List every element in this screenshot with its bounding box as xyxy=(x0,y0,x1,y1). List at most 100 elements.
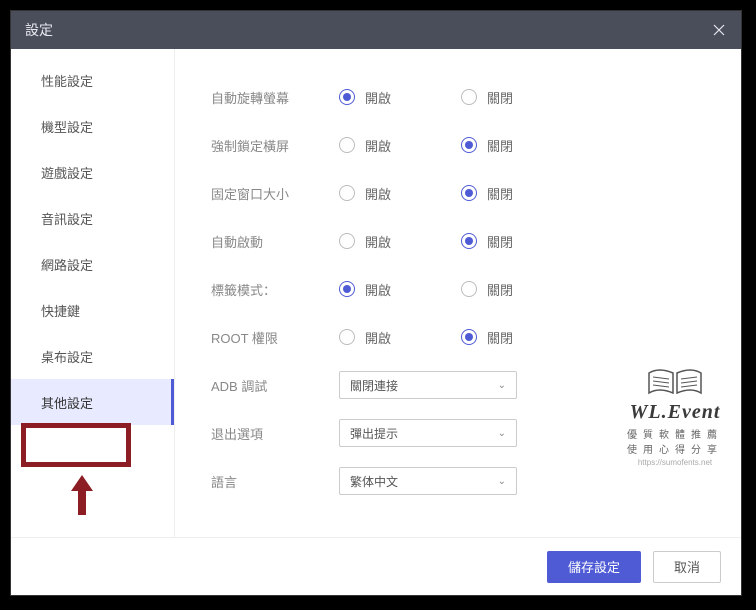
footer: 儲存設定 取消 xyxy=(11,537,741,595)
radio-circle-icon xyxy=(461,137,477,153)
sidebar-item-other[interactable]: 其他設定 xyxy=(11,379,174,425)
radio-label: 開啟 xyxy=(365,232,391,251)
radio-label: 關閉 xyxy=(487,232,513,251)
close-button[interactable] xyxy=(707,18,731,42)
row-adb: ADB 調試 關閉連接 ⌄ xyxy=(211,361,705,409)
radio-on[interactable]: 開啟 xyxy=(339,88,391,107)
row-label: 自動旋轉螢幕 xyxy=(211,88,339,107)
row-lang: 語言 繁体中文 ⌄ xyxy=(211,457,705,505)
sidebar-item-label: 遊戲設定 xyxy=(41,163,93,182)
select-value: 繁体中文 xyxy=(350,473,398,490)
sidebar-item-label: 其他設定 xyxy=(41,393,93,412)
row-label: 固定窗口大小 xyxy=(211,184,339,203)
sidebar-item-label: 性能設定 xyxy=(41,71,93,90)
radio-group: 開啟 關閉 xyxy=(339,88,513,107)
sidebar-item-wallpaper[interactable]: 桌布設定 xyxy=(11,333,174,379)
row-label: 退出選項 xyxy=(211,424,339,443)
sidebar-item-label: 機型設定 xyxy=(41,117,93,136)
radio-label: 關閉 xyxy=(487,136,513,155)
sidebar-item-game[interactable]: 遊戲設定 xyxy=(11,149,174,195)
row-label: ROOT 權限 xyxy=(211,328,339,347)
option-row: 標籤模式： 開啟 關閉 xyxy=(211,265,705,313)
window-body: 性能設定 機型設定 遊戲設定 音訊設定 網路設定 快捷鍵 桌布設定 其他設定 自… xyxy=(11,49,741,537)
radio-group: 開啟 關閉 xyxy=(339,280,513,299)
sidebar-item-performance[interactable]: 性能設定 xyxy=(11,57,174,103)
select-value: 彈出提示 xyxy=(350,425,398,442)
cancel-button[interactable]: 取消 xyxy=(653,551,721,583)
sidebar: 性能設定 機型設定 遊戲設定 音訊設定 網路設定 快捷鍵 桌布設定 其他設定 xyxy=(11,49,175,537)
radio-group: 開啟 關閉 xyxy=(339,232,513,251)
sidebar-item-label: 桌布設定 xyxy=(41,347,93,366)
radio-circle-icon xyxy=(461,185,477,201)
chevron-down-icon: ⌄ xyxy=(498,428,506,439)
chevron-down-icon: ⌄ xyxy=(498,476,506,487)
window-title: 設定 xyxy=(25,20,53,40)
row-label: 語言 xyxy=(211,472,339,491)
radio-group: 開啟 關閉 xyxy=(339,184,513,203)
sidebar-item-label: 網路設定 xyxy=(41,255,93,274)
radio-label: 開啟 xyxy=(365,184,391,203)
sidebar-item-audio[interactable]: 音訊設定 xyxy=(11,195,174,241)
radio-group: 開啟 關閉 xyxy=(339,328,513,347)
settings-window: 設定 性能設定 機型設定 遊戲設定 音訊設定 網路設定 快捷鍵 桌布設定 其他設… xyxy=(10,10,742,596)
radio-circle-icon xyxy=(339,329,355,345)
annotation-arrow-icon xyxy=(69,473,95,517)
radio-label: 開啟 xyxy=(365,136,391,155)
radio-circle-icon xyxy=(461,329,477,345)
radio-circle-icon xyxy=(339,233,355,249)
adb-select[interactable]: 關閉連接 ⌄ xyxy=(339,371,517,399)
radio-circle-icon xyxy=(339,281,355,297)
radio-circle-icon xyxy=(339,89,355,105)
option-row: 自動旋轉螢幕 開啟 關閉 xyxy=(211,73,705,121)
radio-off[interactable]: 關閉 xyxy=(461,136,513,155)
row-label: ADB 調試 xyxy=(211,376,339,395)
select-value: 關閉連接 xyxy=(350,377,398,394)
radio-label: 開啟 xyxy=(365,280,391,299)
radio-circle-icon xyxy=(339,185,355,201)
radio-label: 關閉 xyxy=(487,280,513,299)
sidebar-item-model[interactable]: 機型設定 xyxy=(11,103,174,149)
radio-off[interactable]: 關閉 xyxy=(461,328,513,347)
radio-label: 開啟 xyxy=(365,88,391,107)
radio-on[interactable]: 開啟 xyxy=(339,232,391,251)
radio-off[interactable]: 關閉 xyxy=(461,232,513,251)
radio-circle-icon xyxy=(339,137,355,153)
row-label: 標籤模式： xyxy=(211,280,339,299)
row-label: 強制鎖定橫屏 xyxy=(211,136,339,155)
radio-circle-icon xyxy=(461,281,477,297)
option-row: 固定窗口大小 開啟 關閉 xyxy=(211,169,705,217)
option-row: 自動啟動 開啟 關閉 xyxy=(211,217,705,265)
language-select[interactable]: 繁体中文 ⌄ xyxy=(339,467,517,495)
radio-label: 開啟 xyxy=(365,328,391,347)
radio-label: 關閉 xyxy=(487,328,513,347)
radio-off[interactable]: 關閉 xyxy=(461,280,513,299)
titlebar: 設定 xyxy=(11,11,741,49)
radio-on[interactable]: 開啟 xyxy=(339,184,391,203)
sidebar-item-label: 音訊設定 xyxy=(41,209,93,228)
chevron-down-icon: ⌄ xyxy=(498,380,506,391)
radio-circle-icon xyxy=(461,89,477,105)
button-label: 儲存設定 xyxy=(568,557,620,576)
close-icon xyxy=(713,24,725,36)
radio-off[interactable]: 關閉 xyxy=(461,88,513,107)
sidebar-item-network[interactable]: 網路設定 xyxy=(11,241,174,287)
exit-select[interactable]: 彈出提示 ⌄ xyxy=(339,419,517,447)
content-panel: 自動旋轉螢幕開啟關閉強制鎖定橫屏開啟關閉固定窗口大小開啟關閉自動啟動開啟關閉標籤… xyxy=(175,49,741,537)
radio-label: 關閉 xyxy=(487,184,513,203)
annotation-highlight-box xyxy=(21,423,131,467)
radio-label: 關閉 xyxy=(487,88,513,107)
row-exit: 退出選項 彈出提示 ⌄ xyxy=(211,409,705,457)
radio-on[interactable]: 開啟 xyxy=(339,280,391,299)
radio-on[interactable]: 開啟 xyxy=(339,136,391,155)
radio-group: 開啟 關閉 xyxy=(339,136,513,155)
radio-circle-icon xyxy=(461,233,477,249)
option-row: 強制鎖定橫屏 開啟 關閉 xyxy=(211,121,705,169)
sidebar-item-label: 快捷鍵 xyxy=(41,301,80,320)
sidebar-item-shortcut[interactable]: 快捷鍵 xyxy=(11,287,174,333)
save-button[interactable]: 儲存設定 xyxy=(547,551,641,583)
button-label: 取消 xyxy=(674,557,700,576)
row-label: 自動啟動 xyxy=(211,232,339,251)
radio-on[interactable]: 開啟 xyxy=(339,328,391,347)
option-row: ROOT 權限 開啟 關閉 xyxy=(211,313,705,361)
radio-off[interactable]: 關閉 xyxy=(461,184,513,203)
